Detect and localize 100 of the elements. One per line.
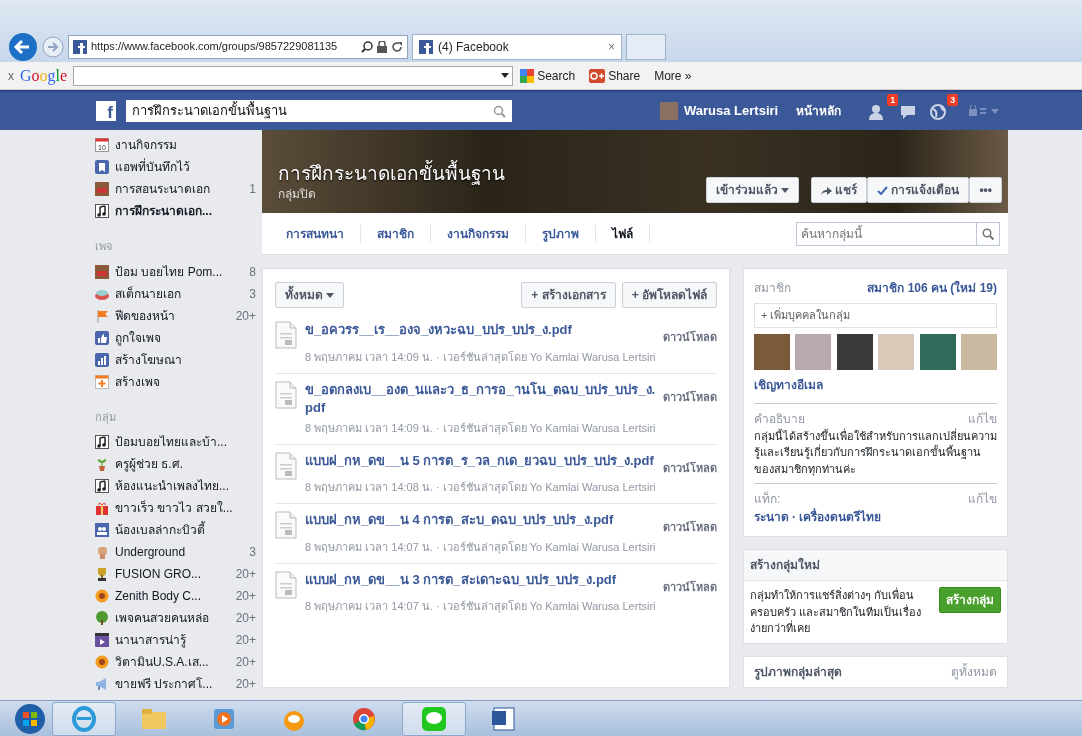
file-name-link[interactable]: แบบฝ_กห_ดข__น 5 การต_ร_วล_กเด_ยวฉบ_บปร_บปร_ง.pdf <box>305 451 657 476</box>
member-photo[interactable] <box>836 333 873 370</box>
search-icon[interactable] <box>361 40 373 53</box>
share-button[interactable]: แชร์ <box>811 177 868 203</box>
facebook-logo[interactable]: f <box>96 101 116 121</box>
people-icon <box>95 523 109 537</box>
forward-icon[interactable] <box>42 35 64 58</box>
member-photo[interactable] <box>919 333 956 370</box>
download-link[interactable]: ดาวน์โหลด <box>663 329 717 346</box>
upload-file-button[interactable]: + อัพโหลดไฟล์ <box>621 282 717 308</box>
sidebar-item[interactable]: น้องเบลล่ากะบิวตี้ <box>95 519 256 541</box>
browser-tab[interactable]: (4) Facebook × <box>412 33 622 60</box>
home-link[interactable]: หน้าหลัก <box>796 102 842 120</box>
film-icon <box>95 633 109 647</box>
caret-icon <box>326 292 334 298</box>
flag-icon <box>95 308 109 323</box>
create-document-button[interactable]: + สร้างเอกสาร <box>521 282 616 308</box>
search-field[interactable]: การฝึกระนาดเอกขั้นพื้นฐาน <box>126 100 512 122</box>
group-tab[interactable]: รูปภาพ <box>526 224 596 243</box>
sidebar-item[interactable]: เพจคนสวยคนหล่อ 20+ <box>95 607 256 629</box>
close-button[interactable]: × <box>608 37 615 56</box>
sidebar-item[interactable]: นานาสารน่ารู้ 20+ <box>95 629 256 651</box>
download-link[interactable]: ดาวน์โหลด <box>663 388 717 417</box>
sidebar-item[interactable]: Underground 3 <box>95 541 256 563</box>
search-button[interactable] <box>976 221 1000 246</box>
file-name-link[interactable]: ข_อควรร__เร__องจ_งหวะฉบ_บปร_บปร_ง.pdf <box>305 321 657 346</box>
browser-icon <box>71 705 97 732</box>
sidebar-item[interactable]: สเต็กนายเอก 3 <box>95 282 256 305</box>
section-label: แท็ก: <box>754 490 781 508</box>
download-link[interactable]: ดาวน์โหลด <box>663 519 717 536</box>
trophy-icon <box>95 567 109 581</box>
tag-link[interactable]: เครื่องดนตรีไทย <box>799 510 881 524</box>
document-icon <box>275 451 297 480</box>
member-photo[interactable] <box>754 333 790 370</box>
start-button[interactable] <box>14 702 46 735</box>
lock-icon <box>377 40 387 53</box>
back-icon[interactable] <box>8 31 38 62</box>
sidebar-item[interactable]: ฟีดของหน้า 20+ <box>95 304 256 327</box>
sidebar-item[interactable]: วิตามินU.S.A.เส... 20+ <box>95 651 256 673</box>
sidebar-item[interactable]: ป้อมบอยไทยและบ้า... <box>95 431 256 453</box>
more-button[interactable]: More » <box>653 65 693 86</box>
favicon-icon <box>73 39 87 54</box>
download-link[interactable]: ดาวน์โหลด <box>663 459 717 476</box>
sidebar-item[interactable]: การฝึกระนาดเอก... <box>95 200 256 222</box>
tree-icon <box>95 611 109 625</box>
notification-count: 1 <box>887 93 899 106</box>
sidebar-item[interactable]: สร้างโฆษณา <box>95 348 256 371</box>
privacy-icon[interactable] <box>969 105 1000 117</box>
tab-title: (4) Facebook <box>438 38 510 56</box>
separator-dot: · <box>792 510 796 524</box>
new-tab-button[interactable] <box>626 33 666 60</box>
filter-dropdown[interactable]: ทั้งหมด <box>275 282 344 308</box>
globe-icon[interactable] <box>929 102 948 121</box>
music-note-icon <box>95 435 109 449</box>
address-bar[interactable]: https://www.facebook.com/groups/9857229081135 <box>68 34 408 59</box>
file-name-link[interactable]: แบบฝ_กห_ดข__น 3 การต_สะเดาะฉบ_บปร_บปร_ง.pdf <box>305 570 657 595</box>
sidebar-item[interactable]: การสอนระนาดเอก 1 <box>95 178 256 200</box>
flower-icon <box>95 655 109 669</box>
group-search-field[interactable]: ค้นหากลุ่มนี้ <box>796 221 976 246</box>
card-title: รูปภาพกลุ่มล่าสุด <box>754 663 842 681</box>
group-tab[interactable]: ไฟล์ <box>596 224 650 243</box>
file-name-link[interactable]: ข_อตกลงเบ__องต_นและว_ธ_การอ_านโน_ตฉบ_บปร_บปร_ง.pdf <box>305 380 657 417</box>
group-privacy: กลุ่มปิด <box>278 186 317 203</box>
joined-button[interactable]: เข้าร่วมแล้ว <box>706 177 800 203</box>
document-icon <box>275 511 297 539</box>
add-member-field[interactable]: + เพิ่มบุคคลในกลุ่ม <box>754 303 997 328</box>
sidebar-item[interactable]: ป้อม บอยไทย Pom... 8 <box>95 260 256 283</box>
word-processor-icon <box>491 705 517 732</box>
tag-link[interactable]: ระนาด <box>754 510 789 524</box>
download-link[interactable]: ดาวน์โหลด <box>663 578 717 595</box>
thumbs-up-icon <box>95 330 109 345</box>
refresh-icon[interactable] <box>391 40 403 53</box>
fist-icon <box>95 545 109 559</box>
caret-icon[interactable] <box>501 73 510 78</box>
notifications-button[interactable]: การแจ้งเตือน <box>867 177 970 203</box>
sidebar-item[interactable]: ถูกใจเพจ <box>95 326 256 349</box>
sidebar-item[interactable]: Zenith Body C... 20+ <box>95 585 256 607</box>
group-tab[interactable]: การสนทนา <box>270 224 361 243</box>
sidebar-item[interactable]: FUSION GRO... 20+ <box>95 563 256 585</box>
sidebar-item[interactable]: ขาวเร็ว ขาวไว สวยใ... <box>95 497 256 519</box>
google-plus-icon <box>589 68 606 83</box>
close-button[interactable]: x <box>8 66 14 85</box>
group-tab[interactable]: งานกิจกรรม <box>431 224 526 243</box>
sidebar-item[interactable]: แอพที่บันทึกไว้ <box>95 156 256 178</box>
search-button[interactable]: Search <box>519 65 577 86</box>
sidebar-item[interactable]: ขายฟรี ประกาศโ... 20+ <box>95 673 256 695</box>
avatar <box>660 102 678 120</box>
search-field[interactable] <box>73 65 514 86</box>
profile-link[interactable]: Warusa Lertsiri <box>684 101 779 121</box>
member-count-link[interactable]: สมาชิก 106 คน (ใหม่ 19) <box>867 279 997 297</box>
share-button[interactable]: Share <box>588 65 642 86</box>
sidebar-item[interactable]: สร้างเพจ <box>95 370 256 393</box>
invite-email-link[interactable]: เชิญทางอีเมล <box>754 375 823 394</box>
sidebar-item[interactable]: ครูผู้ช่วย ธ.ศ. <box>95 453 256 475</box>
more-button[interactable]: ••• <box>969 177 1002 203</box>
group-tab[interactable]: สมาชิก <box>361 224 431 243</box>
section-label: สมาชิก <box>754 280 791 297</box>
photo-icon <box>95 264 109 279</box>
file-name-link[interactable]: แบบฝ_กห_ดข__น 4 การต_สะบ_ดฉบ_บปร_บปร_ง.pdf <box>305 511 657 536</box>
sidebar-item[interactable]: ห้องแนะนำเพลงไทย... <box>95 475 256 497</box>
